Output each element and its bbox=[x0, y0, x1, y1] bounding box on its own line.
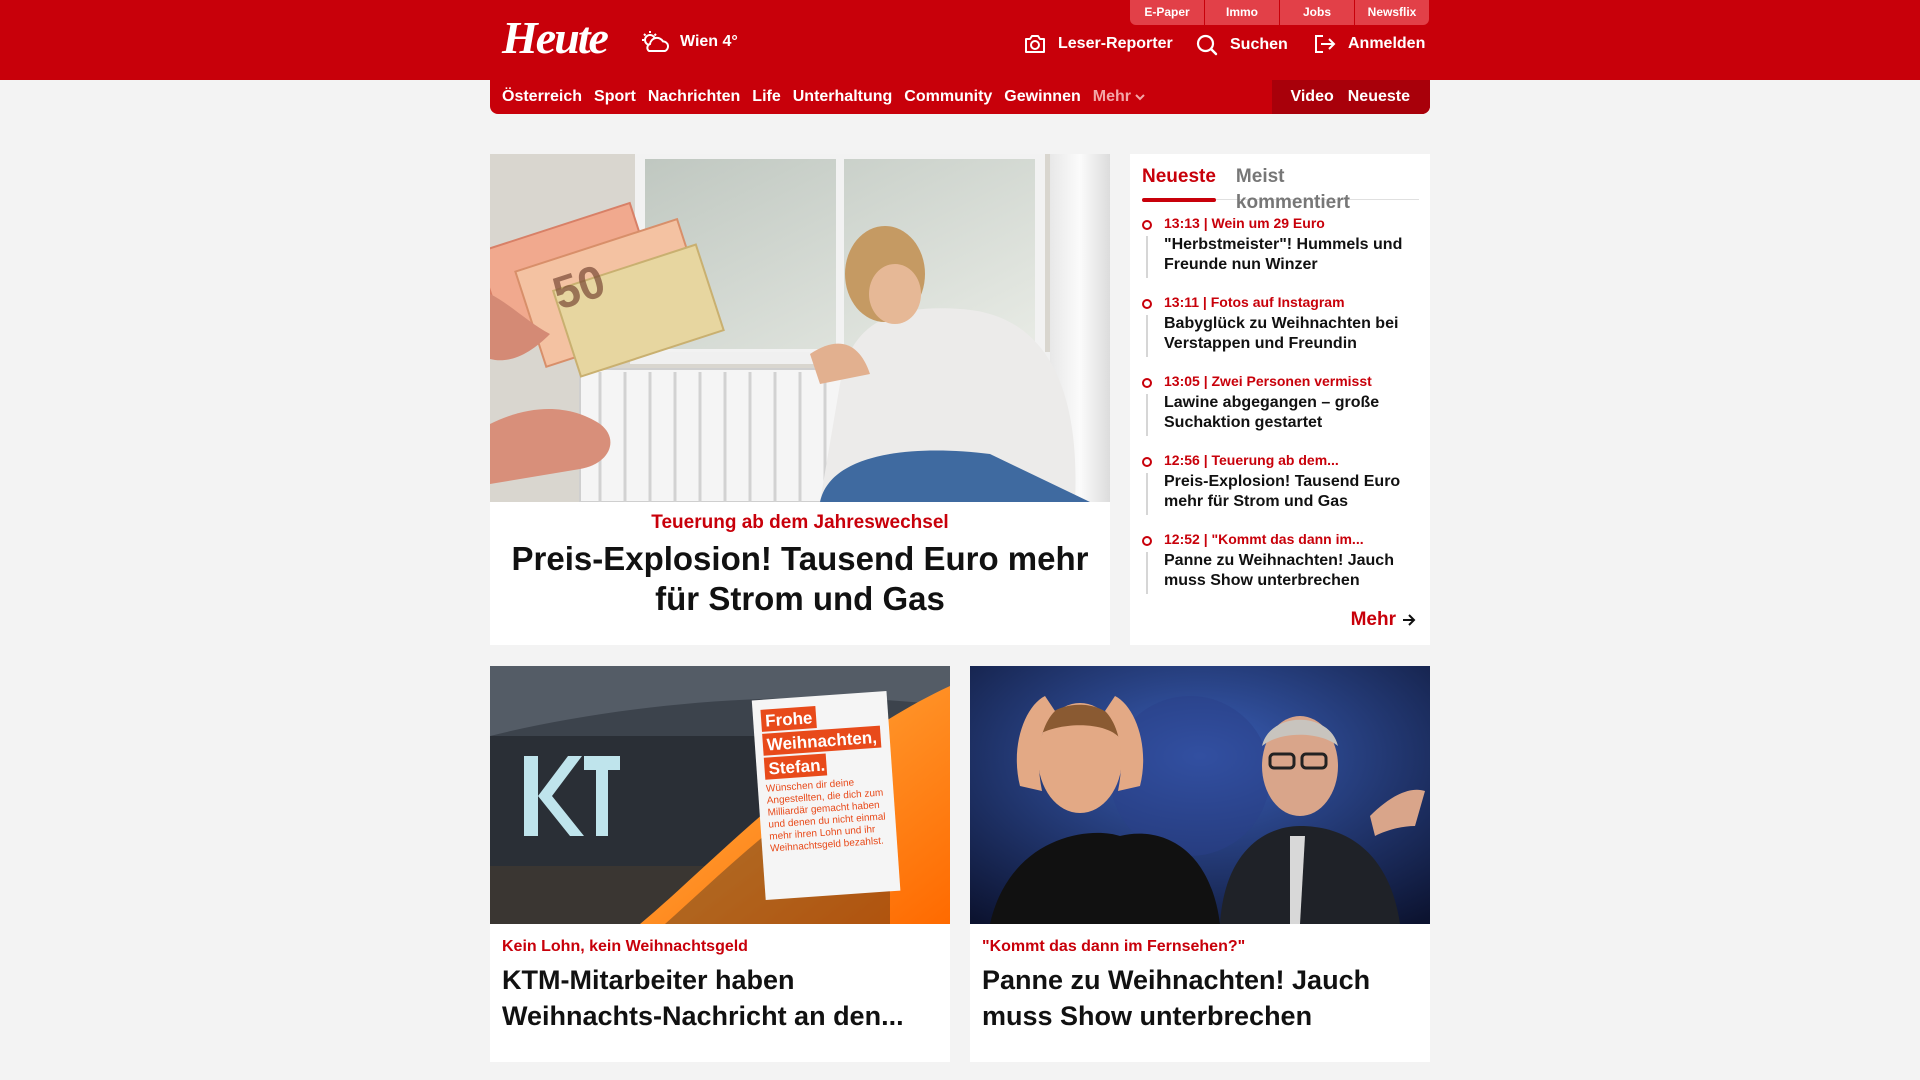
nav-more-dropdown[interactable]: Mehr bbox=[1093, 88, 1145, 106]
arrow-right-icon bbox=[1403, 614, 1416, 626]
nav-right-group: Video Neueste bbox=[1272, 80, 1430, 114]
timeline-line bbox=[1146, 552, 1148, 594]
utility-tabs: E-Paper Immo Jobs Newsflix bbox=[1130, 0, 1429, 25]
feed-title: Panne zu Weihnachten! Jauch muss Show un… bbox=[1164, 552, 1394, 589]
site-header bbox=[0, 0, 1920, 80]
hero-article[interactable]: 50 Teuerung ab dem Jahreswechsel Preis-E… bbox=[490, 154, 1110, 645]
weather-label: Wien 4° bbox=[680, 33, 738, 50]
timeline-dot bbox=[1142, 378, 1152, 388]
camera-icon bbox=[1025, 35, 1045, 53]
sign-line-1: Frohe bbox=[765, 708, 813, 730]
main-nav: Österreich Sport Nachrichten Life Unterh… bbox=[490, 80, 1430, 114]
cloud-sun-icon bbox=[642, 31, 669, 52]
feed-item[interactable]: 12:52 | "Kommt das dann im... Panne zu W… bbox=[1142, 530, 1422, 609]
hero-kicker: Teuerung ab dem Jahreswechsel bbox=[651, 512, 949, 533]
timeline-line bbox=[1146, 394, 1148, 436]
timeline-line bbox=[1146, 315, 1148, 357]
feed-item[interactable]: 13:13 | Wein um 29 Euro "Herbstmeister"!… bbox=[1142, 214, 1422, 293]
feed-meta: 12:56 | Teuerung ab dem... bbox=[1164, 452, 1339, 468]
login-icon bbox=[1315, 35, 1336, 53]
nav-more-label: Mehr bbox=[1092, 88, 1131, 105]
feed-meta: 12:52 | "Kommt das dann im... bbox=[1164, 531, 1364, 547]
more-news-label: Mehr bbox=[1350, 609, 1396, 630]
tab-neueste[interactable]: Neueste bbox=[1142, 164, 1216, 202]
nav-item-nachrichten[interactable]: Nachrichten bbox=[648, 88, 740, 106]
weather-widget[interactable]: Wien 4° bbox=[640, 30, 738, 54]
feed-meta: 13:11 | Fotos auf Instagram bbox=[1164, 294, 1345, 310]
feed-title: "Herbstmeister"! Hummels und Freunde nun… bbox=[1164, 236, 1403, 273]
chevron-down-icon bbox=[1135, 94, 1145, 101]
card-title[interactable]: KTM-Mitarbeiter haben Weihnachts-Nachric… bbox=[502, 962, 932, 1034]
jauch-image[interactable] bbox=[970, 666, 1430, 924]
feed-meta: 13:05 | Zwei Personen vermisst bbox=[1164, 373, 1372, 389]
nav-item-video[interactable]: Video bbox=[1290, 88, 1333, 106]
sidebar-tabs: Neueste Meist kommentiert bbox=[1142, 164, 1419, 213]
feed-item[interactable]: 13:11 | Fotos auf Instagram Babyglück zu… bbox=[1142, 293, 1422, 372]
timeline-dot bbox=[1142, 299, 1152, 309]
tab-epaper[interactable]: E-Paper bbox=[1130, 0, 1204, 25]
card-kicker: Kein Lohn, kein Weihnachtsgeld bbox=[502, 938, 748, 955]
timeline-dot bbox=[1142, 220, 1152, 230]
feed-title: Preis-Explosion! Tausend Euro mehr für S… bbox=[1164, 473, 1401, 510]
news-feed: 13:13 | Wein um 29 Euro "Herbstmeister"!… bbox=[1142, 214, 1422, 609]
nav-item-community[interactable]: Community bbox=[904, 88, 992, 106]
tab-meist-kommentiert[interactable]: Meist kommentiert bbox=[1236, 164, 1399, 213]
sign-body: Wünschen dir deine Angestellten, die dic… bbox=[765, 777, 886, 855]
leser-reporter-label: Leser-Reporter bbox=[1058, 35, 1173, 52]
site-logo[interactable]: Heute bbox=[502, 12, 609, 64]
more-news-link[interactable]: Mehr bbox=[1351, 609, 1416, 631]
tab-newsflix[interactable]: Newsflix bbox=[1355, 0, 1429, 25]
card-title[interactable]: Panne zu Weihnachten! Jauch muss Show un… bbox=[982, 962, 1412, 1034]
nav-item-sport[interactable]: Sport bbox=[594, 88, 636, 106]
timeline-dot bbox=[1142, 457, 1152, 467]
latest-news-sidebar: Neueste Meist kommentiert 13:13 | Wein u… bbox=[1130, 154, 1430, 645]
nav-item-neueste[interactable]: Neueste bbox=[1348, 88, 1410, 106]
nav-item-unterhaltung[interactable]: Unterhaltung bbox=[793, 88, 893, 106]
article-card-ktm[interactable]: Frohe Weihnachten, Stefan. Wünschen dir … bbox=[490, 666, 950, 1062]
nav-item-oesterreich[interactable]: Österreich bbox=[502, 88, 582, 106]
login-button[interactable]: Anmelden bbox=[1314, 34, 1425, 54]
hero-image[interactable]: 50 bbox=[490, 154, 1110, 502]
login-label: Anmelden bbox=[1348, 35, 1426, 52]
nav-item-gewinnen[interactable]: Gewinnen bbox=[1004, 88, 1080, 106]
nav-item-life[interactable]: Life bbox=[752, 88, 780, 106]
tab-jobs[interactable]: Jobs bbox=[1280, 0, 1354, 25]
timeline-line bbox=[1146, 236, 1148, 278]
feed-item[interactable]: 12:56 | Teuerung ab dem... Preis-Explosi… bbox=[1142, 451, 1422, 530]
search-icon bbox=[1196, 34, 1218, 56]
tab-immo[interactable]: Immo bbox=[1205, 0, 1279, 25]
leser-reporter-button[interactable]: Leser-Reporter bbox=[1024, 34, 1173, 54]
feed-title: Babyglück zu Weihnachten bei Verstappen … bbox=[1164, 315, 1399, 352]
timeline-dot bbox=[1142, 536, 1152, 546]
timeline-line bbox=[1146, 473, 1148, 515]
feed-title: Lawine abgegangen – große Suchaktion ges… bbox=[1164, 394, 1380, 431]
feed-meta: 13:13 | Wein um 29 Euro bbox=[1164, 215, 1325, 231]
article-card-jauch[interactable]: "Kommt das dann im Fernsehen?" Panne zu … bbox=[970, 666, 1430, 1062]
feed-item[interactable]: 13:05 | Zwei Personen vermisst Lawine ab… bbox=[1142, 372, 1422, 451]
card-kicker: "Kommt das dann im Fernsehen?" bbox=[982, 938, 1246, 955]
ktm-image[interactable]: Frohe Weihnachten, Stefan. Wünschen dir … bbox=[490, 666, 950, 924]
search-button[interactable]: Suchen bbox=[1196, 34, 1288, 56]
hero-title[interactable]: Preis-Explosion! Tausend Euro mehr für S… bbox=[500, 539, 1100, 619]
sign-line-3: Stefan. bbox=[768, 756, 826, 779]
search-label: Suchen bbox=[1230, 36, 1288, 53]
